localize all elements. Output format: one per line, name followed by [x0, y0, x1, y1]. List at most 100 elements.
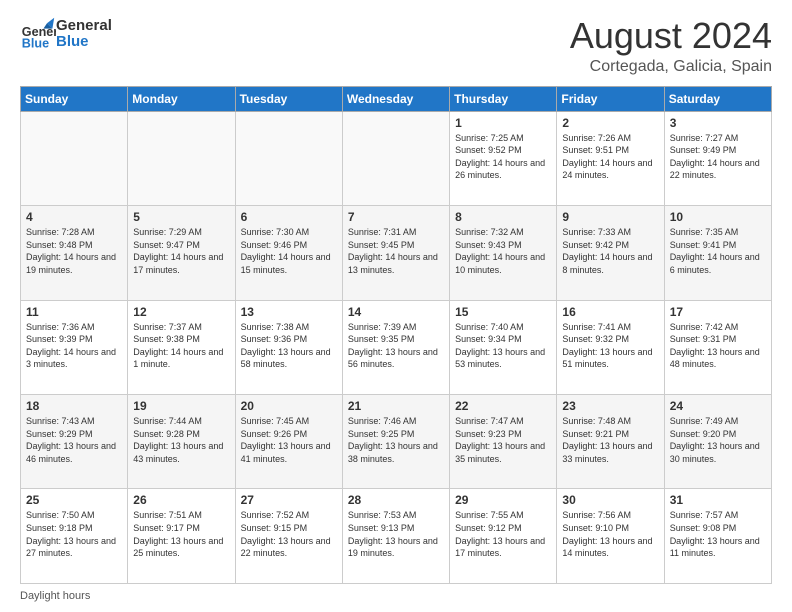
day-number: 30 — [562, 493, 658, 507]
day-number: 14 — [348, 305, 444, 319]
day-info: Sunrise: 7:44 AM Sunset: 9:28 PM Dayligh… — [133, 415, 229, 465]
calendar-cell — [342, 111, 449, 205]
day-number: 16 — [562, 305, 658, 319]
calendar-cell: 31Sunrise: 7:57 AM Sunset: 9:08 PM Dayli… — [664, 489, 771, 584]
header: General Blue General Blue August 2024 Co… — [20, 16, 772, 76]
day-info: Sunrise: 7:28 AM Sunset: 9:48 PM Dayligh… — [26, 226, 122, 276]
calendar-cell: 26 Sunrise: 7:51 AM Sunset: 9:17 PM Dayli… — [128, 489, 235, 584]
calendar-cell: 27 Sunrise: 7:52 AM Sunset: 9:15 PM Dayli… — [235, 489, 342, 584]
calendar-table: SundayMondayTuesdayWednesdayThursdayFrid… — [20, 86, 772, 584]
calendar-cell: 21 Sunrise: 7:46 AM Sunset: 9:25 PM Dayli… — [342, 395, 449, 489]
day-info: Sunrise: 7:57 AM Sunset: 9:08 PM Dayligh… — [670, 509, 766, 559]
day-number: 22 — [455, 399, 551, 413]
day-info: Sunrise: 7:46 AM Sunset: 9:25 PM Dayligh… — [348, 415, 444, 465]
day-number: 11 — [26, 305, 122, 319]
footer: Daylight hours — [20, 590, 772, 602]
footer-label: Daylight hours — [20, 590, 90, 602]
day-info: Sunrise: 7:38 AM Sunset: 9:36 PM Dayligh… — [241, 321, 337, 371]
calendar-cell: 25Sunrise: 7:50 AM Sunset: 9:18 PM Dayli… — [21, 489, 128, 584]
day-info: Sunrise: 7:51 AM Sunset: 9:17 PM Dayligh… — [133, 509, 229, 559]
calendar-cell: 5 Sunrise: 7:29 AM Sunset: 9:47 PM Daylig… — [128, 206, 235, 300]
day-info: Sunrise: 7:26 AM Sunset: 9:51 PM Dayligh… — [562, 132, 658, 182]
week-row-1: 1Sunrise: 7:25 AM Sunset: 9:52 PM Daylig… — [21, 111, 772, 205]
day-info: Sunrise: 7:40 AM Sunset: 9:34 PM Dayligh… — [455, 321, 551, 371]
logo-line1: General — [56, 18, 112, 35]
day-number: 5 — [133, 210, 229, 224]
weekday-header-tuesday: Tuesday — [235, 86, 342, 111]
day-number: 7 — [348, 210, 444, 224]
calendar-cell: 28 Sunrise: 7:53 AM Sunset: 9:13 PM Dayli… — [342, 489, 449, 584]
day-number: 4 — [26, 210, 122, 224]
weekday-header-wednesday: Wednesday — [342, 86, 449, 111]
calendar-cell: 10 Sunrise: 7:35 AM Sunset: 9:41 PM Dayli… — [664, 206, 771, 300]
calendar-cell: 12 Sunrise: 7:37 AM Sunset: 9:38 PM Dayli… — [128, 300, 235, 394]
calendar-cell: 20 Sunrise: 7:45 AM Sunset: 9:26 PM Dayli… — [235, 395, 342, 489]
day-number: 18 — [26, 399, 122, 413]
weekday-header-friday: Friday — [557, 86, 664, 111]
calendar-cell: 23Sunrise: 7:48 AM Sunset: 9:21 PM Dayli… — [557, 395, 664, 489]
day-number: 6 — [241, 210, 337, 224]
calendar-cell: 29Sunrise: 7:55 AM Sunset: 9:12 PM Dayli… — [450, 489, 557, 584]
calendar-cell: 6 Sunrise: 7:30 AM Sunset: 9:46 PM Daylig… — [235, 206, 342, 300]
weekday-header-saturday: Saturday — [664, 86, 771, 111]
calendar-cell: 13 Sunrise: 7:38 AM Sunset: 9:36 PM Dayli… — [235, 300, 342, 394]
day-info: Sunrise: 7:45 AM Sunset: 9:26 PM Dayligh… — [241, 415, 337, 465]
calendar-cell: 8Sunrise: 7:32 AM Sunset: 9:43 PM Daylig… — [450, 206, 557, 300]
calendar-cell: 16 Sunrise: 7:41 AM Sunset: 9:32 PM Dayli… — [557, 300, 664, 394]
day-info: Sunrise: 7:27 AM Sunset: 9:49 PM Dayligh… — [670, 132, 766, 182]
weekday-header-row: SundayMondayTuesdayWednesdayThursdayFrid… — [21, 86, 772, 111]
calendar-cell: 11 Sunrise: 7:36 AM Sunset: 9:39 PM Dayli… — [21, 300, 128, 394]
calendar-cell — [21, 111, 128, 205]
day-number: 8 — [455, 210, 551, 224]
logo: General Blue General Blue — [20, 16, 112, 52]
day-info: Sunrise: 7:30 AM Sunset: 9:46 PM Dayligh… — [241, 226, 337, 276]
page: General Blue General Blue August 2024 Co… — [0, 0, 792, 612]
day-info: Sunrise: 7:25 AM Sunset: 9:52 PM Dayligh… — [455, 132, 551, 182]
day-number: 28 — [348, 493, 444, 507]
weekday-header-sunday: Sunday — [21, 86, 128, 111]
day-info: Sunrise: 7:37 AM Sunset: 9:38 PM Dayligh… — [133, 321, 229, 371]
day-number: 9 — [562, 210, 658, 224]
day-info: Sunrise: 7:56 AM Sunset: 9:10 PM Dayligh… — [562, 509, 658, 559]
day-info: Sunrise: 7:36 AM Sunset: 9:39 PM Dayligh… — [26, 321, 122, 371]
calendar-cell: 3 Sunrise: 7:27 AM Sunset: 9:49 PM Daylig… — [664, 111, 771, 205]
day-number: 27 — [241, 493, 337, 507]
day-number: 23 — [562, 399, 658, 413]
day-number: 26 — [133, 493, 229, 507]
day-number: 19 — [133, 399, 229, 413]
calendar-cell: 1Sunrise: 7:25 AM Sunset: 9:52 PM Daylig… — [450, 111, 557, 205]
day-info: Sunrise: 7:31 AM Sunset: 9:45 PM Dayligh… — [348, 226, 444, 276]
calendar-cell: 14 Sunrise: 7:39 AM Sunset: 9:35 PM Dayli… — [342, 300, 449, 394]
day-number: 3 — [670, 116, 766, 130]
day-info: Sunrise: 7:53 AM Sunset: 9:13 PM Dayligh… — [348, 509, 444, 559]
day-number: 10 — [670, 210, 766, 224]
day-info: Sunrise: 7:35 AM Sunset: 9:41 PM Dayligh… — [670, 226, 766, 276]
location: Cortegada, Galicia, Spain — [570, 58, 772, 76]
day-info: Sunrise: 7:50 AM Sunset: 9:18 PM Dayligh… — [26, 509, 122, 559]
day-info: Sunrise: 7:39 AM Sunset: 9:35 PM Dayligh… — [348, 321, 444, 371]
day-number: 20 — [241, 399, 337, 413]
month-title: August 2024 — [570, 16, 772, 56]
day-info: Sunrise: 7:29 AM Sunset: 9:47 PM Dayligh… — [133, 226, 229, 276]
day-info: Sunrise: 7:55 AM Sunset: 9:12 PM Dayligh… — [455, 509, 551, 559]
day-info: Sunrise: 7:41 AM Sunset: 9:32 PM Dayligh… — [562, 321, 658, 371]
week-row-2: 4 Sunrise: 7:28 AM Sunset: 9:48 PM Daylig… — [21, 206, 772, 300]
day-info: Sunrise: 7:42 AM Sunset: 9:31 PM Dayligh… — [670, 321, 766, 371]
calendar-cell — [128, 111, 235, 205]
calendar-cell: 22Sunrise: 7:47 AM Sunset: 9:23 PM Dayli… — [450, 395, 557, 489]
logo-icon: General Blue — [20, 16, 56, 52]
day-number: 12 — [133, 305, 229, 319]
day-number: 21 — [348, 399, 444, 413]
day-info: Sunrise: 7:52 AM Sunset: 9:15 PM Dayligh… — [241, 509, 337, 559]
calendar-cell: 7 Sunrise: 7:31 AM Sunset: 9:45 PM Daylig… — [342, 206, 449, 300]
title-block: August 2024 Cortegada, Galicia, Spain — [570, 16, 772, 76]
calendar-cell: 18 Sunrise: 7:43 AM Sunset: 9:29 PM Dayli… — [21, 395, 128, 489]
day-info: Sunrise: 7:49 AM Sunset: 9:20 PM Dayligh… — [670, 415, 766, 465]
calendar-cell: 17Sunrise: 7:42 AM Sunset: 9:31 PM Dayli… — [664, 300, 771, 394]
calendar-cell — [235, 111, 342, 205]
day-info: Sunrise: 7:43 AM Sunset: 9:29 PM Dayligh… — [26, 415, 122, 465]
calendar-cell: 30 Sunrise: 7:56 AM Sunset: 9:10 PM Dayli… — [557, 489, 664, 584]
logo-line2: Blue — [56, 34, 112, 51]
calendar-cell: 2Sunrise: 7:26 AM Sunset: 9:51 PM Daylig… — [557, 111, 664, 205]
day-number: 13 — [241, 305, 337, 319]
